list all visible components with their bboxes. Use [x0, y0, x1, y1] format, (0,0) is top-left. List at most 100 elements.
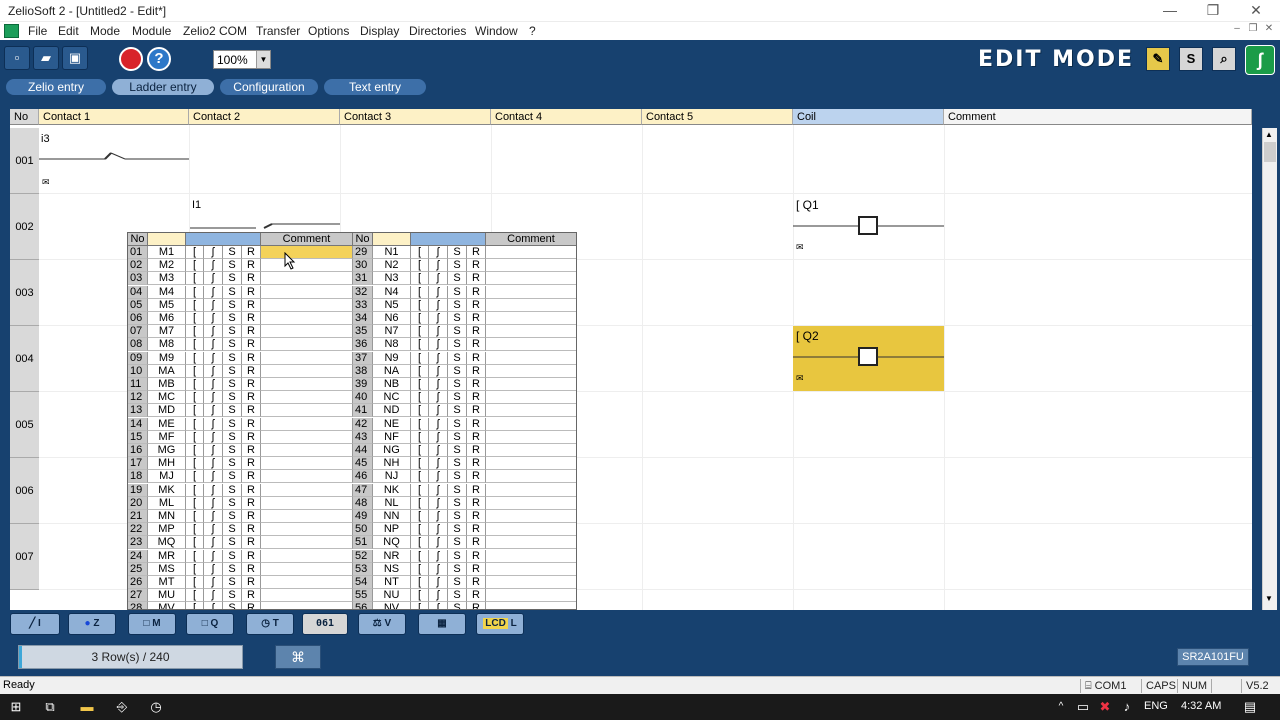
coil-mode-pulse[interactable]: ʃ: [429, 312, 448, 325]
coil-mode-pulse[interactable]: ʃ: [204, 536, 223, 550]
coil-mode-set[interactable]: S: [448, 259, 467, 273]
coil-mode-direct[interactable]: [: [411, 298, 429, 312]
coil-mode-direct[interactable]: [: [411, 338, 429, 352]
coil-mode-reset[interactable]: R: [242, 536, 261, 550]
popup-row-comment[interactable]: [486, 259, 576, 273]
coil-mode-pulse[interactable]: ʃ: [204, 444, 223, 457]
network-tray-icon[interactable]: ✖: [1097, 699, 1113, 715]
coil-symbol[interactable]: [793, 215, 944, 237]
coil-mode-reset[interactable]: R: [242, 338, 261, 352]
windows-start-icon[interactable]: ⊞: [8, 699, 24, 715]
coil-mode-pulse[interactable]: ʃ: [429, 298, 448, 312]
coil-mode-direct[interactable]: [: [411, 483, 429, 497]
coil-mode-set[interactable]: S: [223, 483, 242, 497]
popup-row-comment[interactable]: [486, 523, 576, 537]
coil-mode-direct[interactable]: [: [186, 549, 204, 563]
coil-mode-pulse[interactable]: ʃ: [204, 549, 223, 563]
coil-mode-reset[interactable]: R: [242, 510, 261, 523]
coil-mode-reset[interactable]: R: [242, 589, 261, 603]
counter-button[interactable]: 061: [302, 613, 348, 635]
coil-mode-pulse[interactable]: ʃ: [204, 589, 223, 603]
coil-mode-pulse[interactable]: ʃ: [204, 312, 223, 325]
coil-mode-set[interactable]: S: [448, 430, 467, 444]
coil-mode-reset[interactable]: R: [242, 457, 261, 471]
coil-mode-direct[interactable]: [: [411, 523, 429, 537]
popup-row-comment[interactable]: [486, 510, 576, 523]
coil-mode-direct[interactable]: [: [186, 470, 204, 484]
coil-mode-set[interactable]: S: [448, 470, 467, 484]
coil-mode-set[interactable]: S: [223, 549, 242, 563]
comment-icon[interactable]: ✉: [796, 242, 804, 253]
coil-mode-reset[interactable]: R: [242, 602, 261, 609]
coil-mode-pulse[interactable]: ʃ: [204, 562, 223, 576]
chevron-up-icon[interactable]: ^: [1053, 699, 1069, 715]
coil-mode-pulse[interactable]: ʃ: [429, 536, 448, 550]
popup-row[interactable]: 26 MT[ʃ S R 54 NT[ʃ S R: [128, 576, 576, 589]
popup-row[interactable]: 25 MS[ʃ S R 53 NS[ʃ S R: [128, 562, 576, 576]
coil-mode-reset[interactable]: R: [242, 391, 261, 405]
coil-mode-direct[interactable]: [: [411, 536, 429, 550]
coil-symbol[interactable]: [793, 346, 944, 368]
coil-mode-set[interactable]: S: [223, 430, 242, 444]
menu-display[interactable]: Display: [360, 24, 399, 38]
coil-mode-pulse[interactable]: ʃ: [204, 523, 223, 537]
popup-row[interactable]: 16 MG[ʃ S R 44 NG[ʃ S R: [128, 444, 576, 457]
coil-mode-pulse[interactable]: ʃ: [204, 259, 223, 273]
popup-row-comment[interactable]: [261, 417, 353, 431]
menu-directories[interactable]: Directories: [409, 24, 466, 38]
coil-mode-pulse[interactable]: ʃ: [429, 496, 448, 510]
coil-mode-direct[interactable]: [: [186, 510, 204, 523]
coil-mode-reset[interactable]: R: [242, 404, 261, 418]
aux-relay-button[interactable]: □ M: [128, 613, 176, 635]
coil-mode-pulse[interactable]: ʃ: [429, 602, 448, 609]
coil-mode-direct[interactable]: [: [186, 536, 204, 550]
coil-mode-reset[interactable]: R: [467, 457, 486, 471]
popup-row-comment[interactable]: [261, 430, 353, 444]
popup-row-comment[interactable]: [486, 272, 576, 286]
coil-mode-direct[interactable]: [: [411, 272, 429, 286]
coil-mode-reset[interactable]: R: [242, 364, 261, 378]
coil-mode-pulse[interactable]: ʃ: [429, 325, 448, 339]
comment-icon[interactable]: ✉: [42, 177, 50, 188]
file-explorer-icon[interactable]: ▬: [79, 699, 95, 715]
coil-mode-pulse[interactable]: ʃ: [429, 364, 448, 378]
mdi-close-button[interactable]: ✕: [1262, 23, 1276, 34]
popup-row-comment[interactable]: [486, 496, 576, 510]
menu-help[interactable]: ?: [529, 24, 536, 38]
popup-row[interactable]: 07 M7[ʃ S R 35 N7[ʃ S R: [128, 325, 576, 339]
chevron-up-icon[interactable]: ▲: [1265, 130, 1273, 139]
coil-mode-pulse[interactable]: ʃ: [204, 470, 223, 484]
coil-mode-pulse[interactable]: ʃ: [204, 576, 223, 589]
popup-row[interactable]: 23 MQ[ʃ S R 51 NQ[ʃ S R: [128, 536, 576, 550]
coil-mode-pulse[interactable]: ʃ: [429, 589, 448, 603]
coil-mode-pulse[interactable]: ʃ: [429, 457, 448, 471]
chevron-down-icon[interactable]: ▼: [256, 51, 270, 68]
popup-row-comment[interactable]: [261, 312, 353, 325]
menu-window[interactable]: Window: [475, 24, 518, 38]
coil-mode-set[interactable]: S: [448, 312, 467, 325]
coil-mode-set[interactable]: S: [223, 325, 242, 339]
coil-mode-set[interactable]: S: [448, 536, 467, 550]
coil-mode-reset[interactable]: R: [467, 483, 486, 497]
popup-row-comment[interactable]: [486, 483, 576, 497]
popup-row-comment[interactable]: [261, 576, 353, 589]
coil-mode-pulse[interactable]: ʃ: [204, 391, 223, 405]
popup-row-comment[interactable]: [261, 549, 353, 563]
popup-row[interactable]: 24 MR[ʃ S R 52 NR[ʃ S R: [128, 549, 576, 563]
tab-configuration[interactable]: Configuration: [220, 79, 318, 95]
coil-mode-set[interactable]: S: [223, 391, 242, 405]
popup-row-comment[interactable]: [486, 338, 576, 352]
popup-row-comment[interactable]: [261, 298, 353, 312]
coil-mode-pulse[interactable]: ʃ: [204, 510, 223, 523]
coil-mode-direct[interactable]: [: [186, 602, 204, 609]
coil-mode-direct[interactable]: [: [186, 312, 204, 325]
coil-mode-direct[interactable]: [: [186, 325, 204, 339]
coil-mode-set[interactable]: S: [223, 259, 242, 273]
coil-mode-direct[interactable]: [: [411, 285, 429, 299]
popup-row-comment[interactable]: [486, 351, 576, 365]
coil-mode-set[interactable]: S: [448, 510, 467, 523]
coil-mode-direct[interactable]: [: [186, 457, 204, 471]
coil-mode-set[interactable]: S: [223, 351, 242, 365]
lcd-button[interactable]: LCD L: [476, 613, 524, 635]
coil-mode-set[interactable]: S: [448, 378, 467, 391]
